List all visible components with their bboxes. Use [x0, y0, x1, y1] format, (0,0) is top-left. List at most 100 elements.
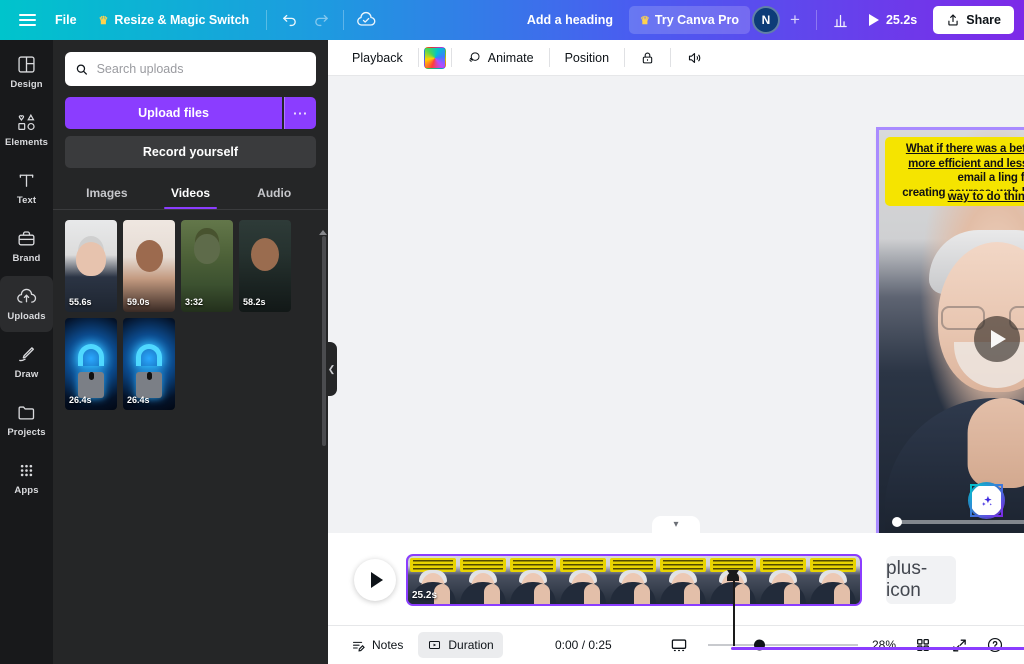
- duration-clip-icon: [427, 638, 442, 652]
- uploads-panel: Upload files ⋯ Record yourself Images Vi…: [53, 40, 328, 664]
- page-expand-chevron[interactable]: ▾: [652, 516, 700, 533]
- briefcase-icon: [16, 228, 37, 249]
- fullscreen-icon[interactable]: [944, 630, 974, 660]
- share-upload-icon: [946, 13, 960, 27]
- sidebar-item-brand[interactable]: Brand: [0, 218, 53, 274]
- tab-images[interactable]: Images: [65, 176, 149, 209]
- panel-scrollbar[interactable]: [322, 236, 326, 446]
- sidebar-item-projects[interactable]: Projects: [0, 392, 53, 448]
- record-yourself-button[interactable]: Record yourself: [65, 136, 316, 168]
- try-canva-pro-button[interactable]: ♛ Try Canva Pro: [629, 6, 750, 34]
- lock-graphic-icon: [136, 344, 162, 398]
- notes-button[interactable]: Notes: [342, 632, 412, 659]
- bar-chart-icon[interactable]: [825, 4, 857, 36]
- ctx-divider-4: [624, 48, 625, 67]
- sidebar-item-uploads[interactable]: Uploads: [0, 276, 53, 332]
- folder-icon: [16, 402, 37, 423]
- cloud-saved-icon[interactable]: [350, 4, 382, 36]
- grid-view-glyph: [915, 637, 931, 653]
- redo-icon[interactable]: [305, 4, 337, 36]
- tab-audio[interactable]: Audio: [232, 176, 316, 209]
- record-yourself-label: Record yourself: [143, 145, 238, 159]
- sidebar-item-elements[interactable]: Elements: [0, 102, 53, 158]
- try-canva-pro-label: Try Canva Pro: [655, 13, 739, 27]
- search-input[interactable]: [97, 62, 306, 76]
- hamburger-menu-icon[interactable]: [10, 3, 44, 37]
- video-scrubber[interactable]: [895, 520, 1024, 524]
- rainbow-color-icon[interactable]: [424, 47, 446, 69]
- ctx-divider-3: [549, 48, 550, 67]
- upload-thumbnail[interactable]: 55.6s: [65, 220, 117, 312]
- avatar[interactable]: N: [752, 6, 780, 34]
- timeline-frame: [858, 556, 862, 604]
- crown-icon-pro: ♛: [640, 14, 650, 27]
- uploads-grid: 55.6s 59.0s 3:32 58.2s 26.4s 26.4s: [65, 210, 316, 410]
- playhead-handle[interactable]: [727, 570, 739, 579]
- animate-button[interactable]: Animate: [457, 44, 544, 71]
- duration-button[interactable]: Duration: [418, 632, 502, 658]
- caption-text-box[interactable]: What if there was a better, simpler, mor…: [885, 137, 1024, 206]
- toolbar-divider-2: [343, 10, 344, 30]
- lock-button[interactable]: [630, 44, 665, 72]
- layout-grid-icon: [16, 54, 37, 75]
- timeline-bar: 25.2s plus-icon: [328, 533, 1024, 625]
- panel-collapse-handle[interactable]: ❮: [326, 342, 337, 396]
- upload-row: Upload files ⋯: [65, 97, 316, 129]
- ctx-divider-5: [670, 48, 671, 67]
- panel-scroll-up-icon[interactable]: [319, 230, 327, 235]
- volume-button[interactable]: [676, 44, 713, 72]
- add-collaborator-icon[interactable]: +: [782, 7, 808, 33]
- sidebar-item-text[interactable]: Text: [0, 160, 53, 216]
- share-button[interactable]: Share: [933, 6, 1014, 34]
- design-page[interactable]: What if there was a better, simpler, mor…: [879, 130, 1024, 533]
- resize-magic-switch-button[interactable]: ♛ Resize & Magic Switch: [88, 6, 261, 34]
- timeline-frame: [458, 556, 508, 604]
- help-icon[interactable]: [980, 630, 1010, 660]
- share-label: Share: [966, 13, 1001, 27]
- sidebar-item-draw[interactable]: Draw: [0, 334, 53, 390]
- preview-duration-button[interactable]: 25.2s: [859, 7, 927, 33]
- playback-button[interactable]: Playback: [342, 45, 413, 71]
- clip-duration-label: 25.2s: [412, 590, 437, 601]
- sidebar-item-apps[interactable]: Apps: [0, 450, 53, 506]
- position-label: Position: [565, 51, 609, 65]
- add-page-button[interactable]: plus-icon: [886, 556, 956, 604]
- sidebar-item-draw-label: Draw: [15, 369, 39, 380]
- upload-thumbnail[interactable]: 58.2s: [239, 220, 291, 312]
- undo-icon[interactable]: [273, 4, 305, 36]
- timeline-clip[interactable]: 25.2s: [406, 554, 862, 606]
- zoom-slider[interactable]: [708, 644, 858, 646]
- video-play-button[interactable]: [974, 316, 1020, 362]
- magic-studio-button[interactable]: [970, 484, 1003, 517]
- upload-thumbnail[interactable]: 3:32: [181, 220, 233, 312]
- timeline-frame: [508, 556, 558, 604]
- sidebar-item-design-label: Design: [10, 79, 42, 90]
- upload-files-label: Upload files: [138, 106, 209, 120]
- sidebar-item-brand-label: Brand: [13, 253, 41, 264]
- cloud-upload-icon: [16, 286, 37, 307]
- tab-videos[interactable]: Videos: [149, 176, 233, 209]
- presentation-icon[interactable]: [664, 630, 694, 660]
- grid-view-icon[interactable]: [908, 630, 938, 660]
- scrubber-knob[interactable]: [892, 517, 902, 527]
- caption-line: email a ling for: [890, 171, 1024, 186]
- file-menu-label: File: [55, 13, 77, 27]
- upload-thumbnail[interactable]: 59.0s: [123, 220, 175, 312]
- upload-thumbnail[interactable]: 26.4s: [123, 318, 175, 410]
- canvas-stage[interactable]: What if there was a better, simpler, mor…: [328, 76, 1024, 533]
- position-button[interactable]: Position: [555, 45, 619, 71]
- main-area: Playback Animate Position: [328, 40, 1024, 664]
- lock-graphic-icon: [78, 344, 104, 398]
- upload-files-button[interactable]: Upload files: [65, 97, 282, 129]
- caption-line-text: more efficient and less expensive: [908, 158, 1024, 170]
- caption-line-text: email a ling for: [958, 172, 1024, 184]
- sidebar-item-design[interactable]: Design: [0, 44, 53, 100]
- thumbnail-duration: 26.4s: [69, 395, 92, 405]
- upload-more-options-icon[interactable]: ⋯: [284, 97, 316, 129]
- document-title[interactable]: Add a heading: [517, 6, 623, 34]
- file-menu-button[interactable]: File: [44, 6, 88, 34]
- timeline-play-button[interactable]: [354, 559, 396, 601]
- upload-thumbnail[interactable]: 26.4s: [65, 318, 117, 410]
- caption-line-text: What if there was a better, simpler,: [906, 143, 1024, 155]
- search-uploads-container[interactable]: [65, 52, 316, 86]
